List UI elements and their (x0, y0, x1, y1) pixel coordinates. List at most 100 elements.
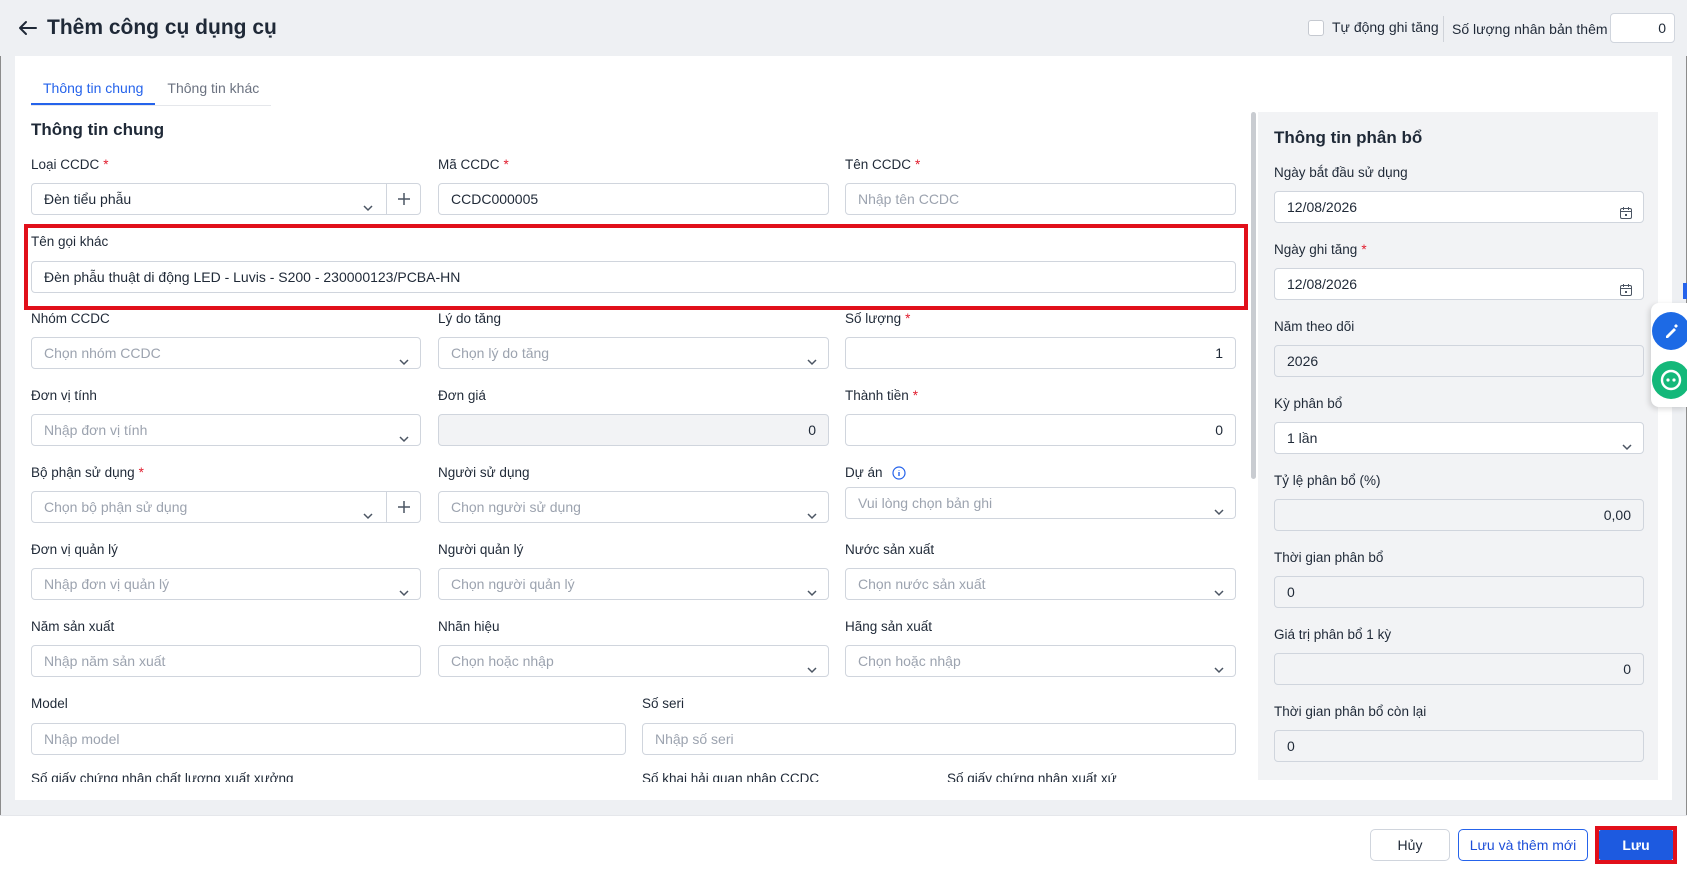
save-and-new-button[interactable]: Lưu và thêm mới (1458, 829, 1588, 861)
period-value-input: 0 (1274, 653, 1644, 685)
chevron-down-icon (398, 348, 410, 366)
cancel-button[interactable]: Hủy (1370, 829, 1450, 861)
cutoff-row: Số giấy chứng nhận chất lượng xuất xưởng… (15, 770, 1255, 782)
period-value-label: Giá trị phân bổ 1 kỳ (1274, 627, 1392, 642)
form-scrollbar[interactable] (1251, 112, 1256, 479)
quantity-label: Số lượng * (845, 311, 911, 326)
allocation-period-select[interactable]: 1 lần (1274, 422, 1644, 454)
tool-group-label: Nhóm CCDC (31, 311, 110, 326)
duplicate-qty-label: Số lượng nhân bản thêm (1452, 21, 1608, 37)
tab-other-info[interactable]: Thông tin khác (155, 72, 271, 105)
info-icon[interactable] (892, 466, 906, 483)
manufacturer-select[interactable]: Chọn hoặc nhập (845, 645, 1236, 677)
managing-unit-select[interactable]: Nhập đơn vị quản lý (31, 568, 421, 600)
tool-type-select[interactable]: Đèn tiểu phẫu (31, 183, 421, 215)
unit-select[interactable]: Nhập đơn vị tính (31, 414, 421, 446)
start-date-label: Ngày bắt đầu sử dụng (1274, 165, 1408, 180)
model-input[interactable]: Nhập model (31, 723, 626, 755)
project-select[interactable]: Vui lòng chọn bản ghi (845, 487, 1236, 519)
allocation-rate-label: Tỷ lệ phân bổ (%) (1274, 473, 1381, 488)
project-label: Dự án (845, 465, 906, 483)
department-label: Bộ phận sử dụng * (31, 465, 144, 480)
add-icon[interactable] (386, 184, 420, 214)
increase-date-input[interactable]: 12/08/2026 (1274, 268, 1644, 300)
total-amount-input[interactable]: 0 (845, 414, 1236, 446)
side-indicator (1683, 283, 1687, 299)
alias-input[interactable]: Đèn phẫu thuật di động LED - Luvis - S20… (31, 261, 1236, 293)
country-select[interactable]: Chọn nước sản xuất (845, 568, 1236, 600)
production-year-input[interactable]: Nhập năm sản xuất (31, 645, 421, 677)
allocation-time-label: Thời gian phân bổ (1274, 550, 1384, 565)
tool-code-label: Mã CCDC * (438, 157, 509, 172)
pen-icon[interactable] (1652, 312, 1687, 350)
brand-label: Nhãn hiệu (438, 619, 500, 634)
country-label: Nước sản xuất (845, 542, 935, 557)
origin-cert-label: Số giấy chứng nhận xuất xứ (947, 771, 1117, 782)
tracking-year-input: 2026 (1274, 345, 1644, 377)
calendar-icon[interactable] (1619, 200, 1633, 219)
quality-cert-label: Số giấy chứng nhận chất lượng xuất xưởng (31, 771, 294, 782)
page-header: Thêm công cụ dụng cụ Tự động ghi tăng Số… (0, 0, 1687, 56)
serial-input[interactable]: Nhập số seri (642, 723, 1236, 755)
header-divider (1443, 16, 1444, 42)
chevron-down-icon (806, 656, 818, 674)
user-label: Người sử dụng (438, 465, 530, 480)
back-arrow-icon[interactable] (14, 14, 42, 42)
chat-bot-icon[interactable] (1652, 361, 1687, 399)
chevron-down-icon (806, 348, 818, 366)
user-select[interactable]: Chọn người sử dụng (438, 491, 829, 523)
duplicate-qty-input[interactable]: 0 (1610, 13, 1675, 43)
start-date-input[interactable]: 12/08/2026 (1274, 191, 1644, 223)
remaining-time-input: 0 (1274, 730, 1644, 762)
allocation-time-input: 0 (1274, 576, 1644, 608)
allocation-rate-input: 0,00 (1274, 499, 1644, 531)
brand-select[interactable]: Chọn hoặc nhập (438, 645, 829, 677)
tool-name-label: Tên CCDC * (845, 157, 921, 172)
chevron-down-icon (806, 502, 818, 520)
allocation-period-label: Kỳ phân bổ (1274, 396, 1343, 411)
managing-unit-label: Đơn vị quản lý (31, 542, 118, 557)
chevron-down-icon (806, 579, 818, 597)
increase-date-label: Ngày ghi tăng * (1274, 242, 1367, 257)
auto-increase-checkbox[interactable] (1308, 20, 1324, 36)
alias-label: Tên gọi khác (31, 234, 109, 249)
allocation-panel: Thông tin phân bổ Ngày bắt đầu sử dụng 1… (1258, 112, 1658, 780)
tool-group-select[interactable]: Chọn nhóm CCDC (31, 337, 421, 369)
quantity-input[interactable]: 1 (845, 337, 1236, 369)
increase-reason-label: Lý do tăng (438, 311, 502, 326)
department-select[interactable]: Chọn bộ phận sử dụng (31, 491, 421, 523)
tab-bar: Thông tin chung Thông tin khác (31, 72, 272, 106)
add-icon[interactable] (386, 492, 420, 522)
save-button[interactable]: Lưu (1599, 830, 1673, 860)
unit-label: Đơn vị tính (31, 388, 97, 403)
tab-general-info[interactable]: Thông tin chung (31, 72, 156, 105)
calendar-icon[interactable] (1619, 277, 1633, 296)
manufacturer-label: Hãng sản xuất (845, 619, 933, 634)
chevron-down-icon (398, 579, 410, 597)
chevron-down-icon (362, 194, 374, 212)
chevron-down-icon (1213, 579, 1225, 597)
model-label: Model (31, 696, 68, 711)
chevron-down-icon (1213, 498, 1225, 516)
manager-select[interactable]: Chọn người quản lý (438, 568, 829, 600)
tracking-year-label: Năm theo dõi (1274, 319, 1355, 334)
remaining-time-label: Thời gian phân bổ còn lại (1274, 704, 1427, 719)
tool-type-label: Loại CCDC * (31, 157, 109, 172)
serial-label: Số seri (642, 696, 685, 711)
section-title-allocation: Thông tin phân bổ (1274, 128, 1423, 147)
chevron-down-icon (1621, 433, 1633, 451)
unit-price-input: 0 (438, 414, 829, 446)
chevron-down-icon (398, 425, 410, 443)
production-year-label: Năm sản xuất (31, 619, 115, 634)
total-amount-label: Thành tiền * (845, 388, 919, 403)
customs-decl-label: Số khai hải quan nhập CCDC (642, 771, 820, 782)
increase-reason-select[interactable]: Chọn lý do tăng (438, 337, 829, 369)
page-title: Thêm công cụ dụng cụ (47, 16, 277, 39)
tool-code-input[interactable]: CCDC000005 (438, 183, 829, 215)
unit-price-label: Đơn giá (438, 388, 486, 403)
auto-increase-label: Tự động ghi tăng (1332, 19, 1439, 35)
chevron-down-icon (1213, 656, 1225, 674)
tool-name-input[interactable]: Nhập tên CCDC (845, 183, 1236, 215)
manager-label: Người quản lý (438, 542, 524, 557)
chevron-down-icon (362, 502, 374, 520)
